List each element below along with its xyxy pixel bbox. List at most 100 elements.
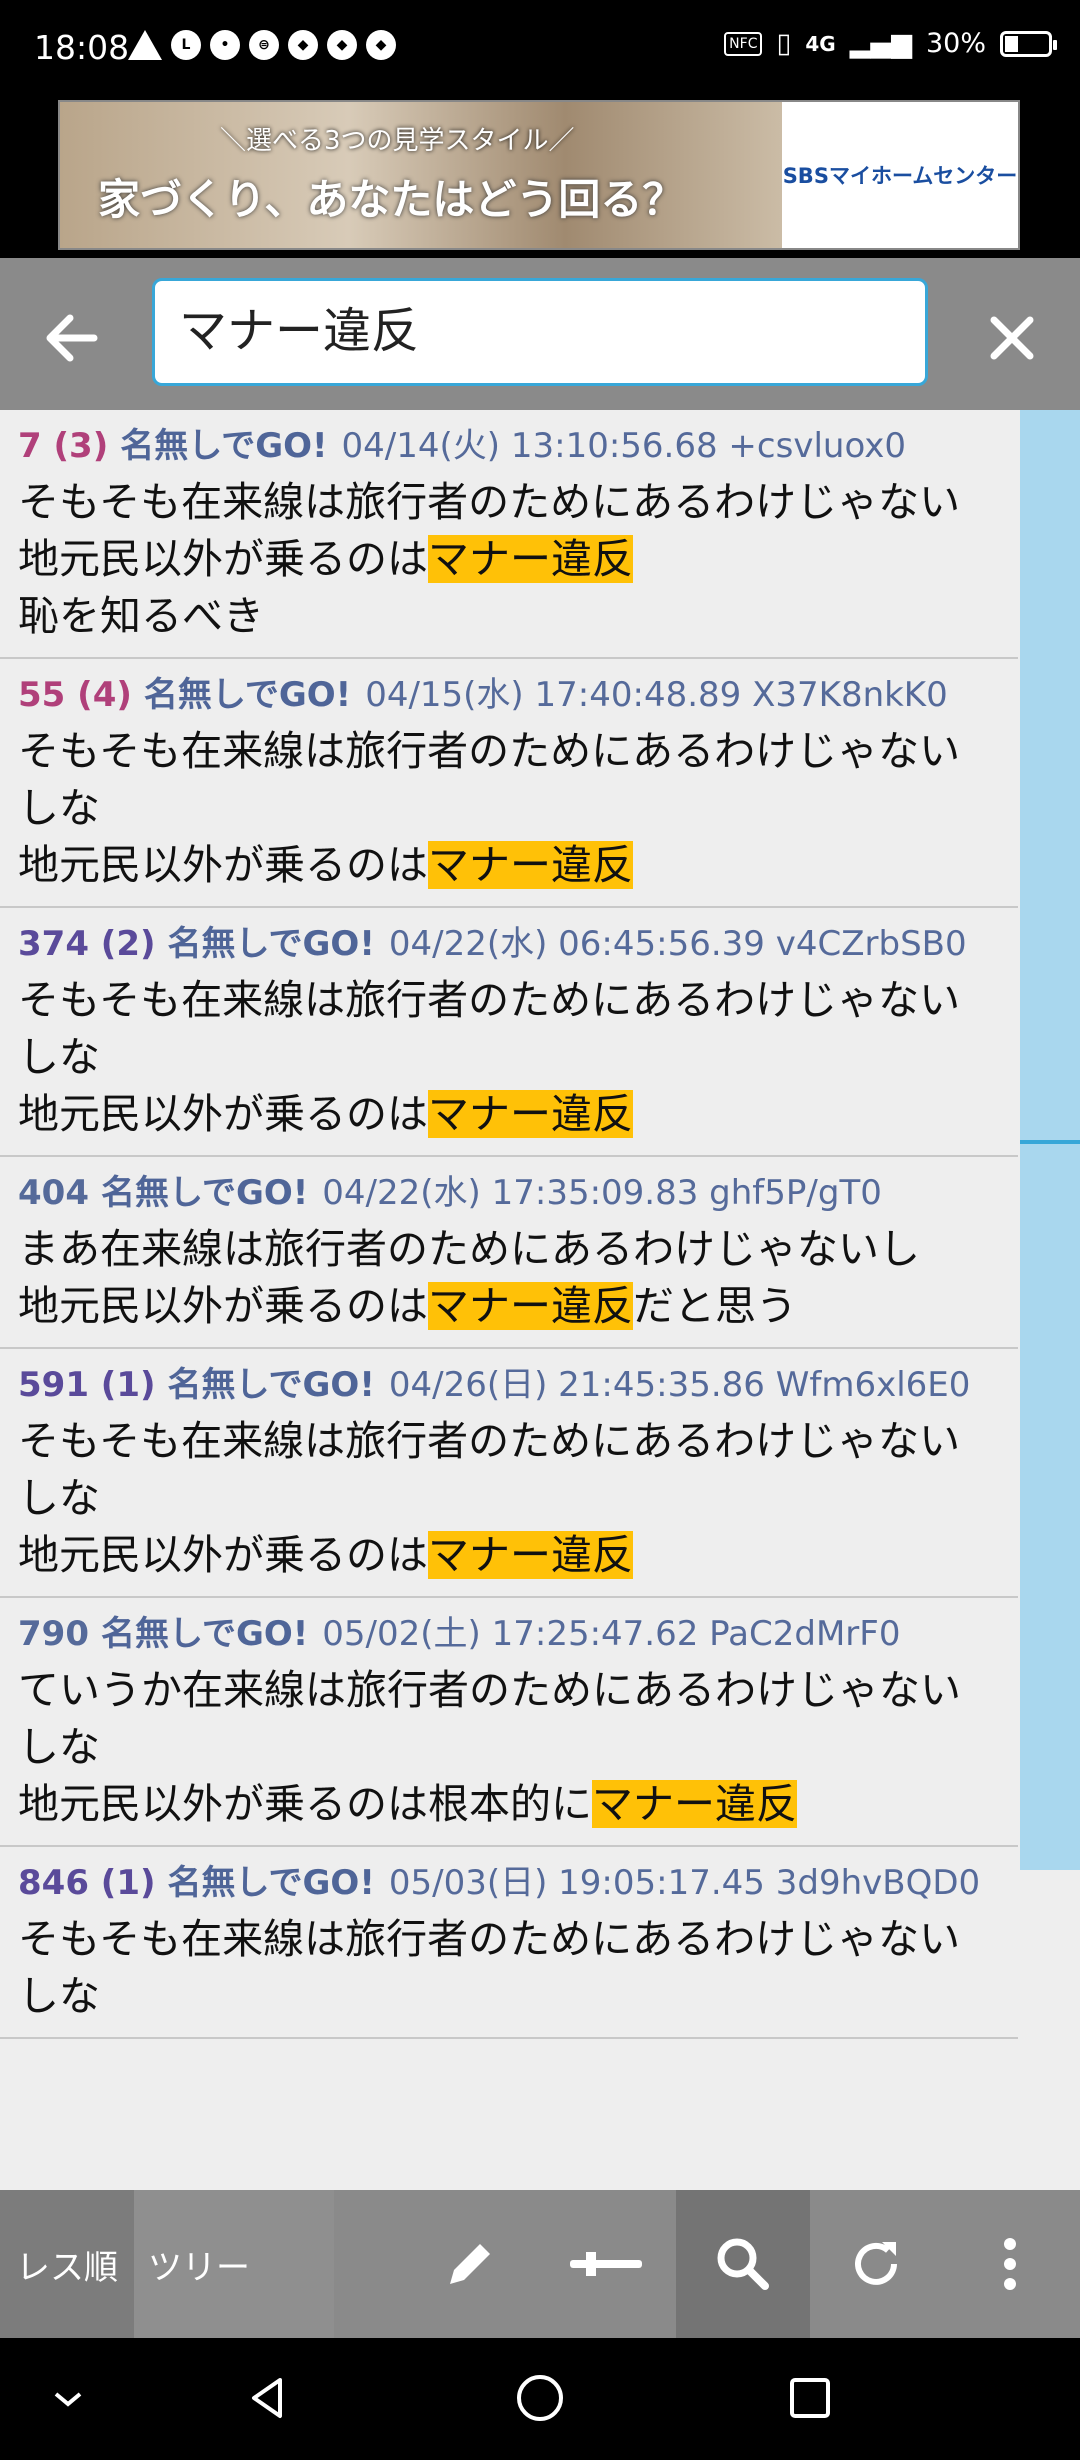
pencil-icon — [450, 2244, 490, 2284]
post-number[interactable]: 591 (1) — [18, 1365, 156, 1405]
post-body: まあ在来線は旅行者のためにあるわけじゃないし 地元民以外が乗るのはマナー違反だと思… — [18, 1221, 1000, 1335]
ad-image: ＼選べる3つの見学スタイル／ 家づくり、あなたはどう回る？ — [60, 102, 782, 248]
post-header: 404 名無しでGO! 04/22(水) 17:35:09.83 ghf5P/gT0 — [18, 1171, 1000, 1215]
status-bar: 18:08 L • ⊜ ◆ ◆ ◆ NFC ▯ 4G ▂▄▆ 30% — [0, 0, 1080, 98]
post-text: 地元民以外が乗るのは — [18, 1282, 428, 1330]
post-number[interactable]: 55 (4) — [18, 675, 132, 715]
post-author: 名無しでGO! — [167, 1863, 375, 1903]
app-icon: ◆ — [327, 30, 357, 60]
post-line: そもそも在来線は旅行者のためにあるわけじゃないしな — [18, 972, 1000, 1086]
post-author: 名無しでGO! — [100, 1614, 309, 1654]
post-date-id: 04/14(火) 13:10:56.68 +csvluox0 — [341, 426, 906, 466]
post-text: ていうか在来線は旅行者のためにあるわけじゃないしな — [18, 1666, 961, 1771]
post-number[interactable]: 790 — [18, 1614, 89, 1654]
back-button[interactable] — [30, 296, 114, 380]
search-button[interactable] — [676, 2190, 810, 2338]
search-highlight: マナー違反 — [428, 535, 633, 583]
post-body: そもそも在来線は旅行者のためにあるわけじゃない地元民以外が乗るのはマナー違反 恥を… — [18, 474, 1000, 645]
post-text: そもそも在来線は旅行者のためにあるわけじゃない — [18, 478, 961, 526]
post-line: まあ在来線は旅行者のためにあるわけじゃないし — [18, 1221, 1000, 1278]
post-line: 地元民以外が乗るのはマナー違反 — [18, 1086, 1000, 1143]
post-header: 7 (3) 名無しでGO! 04/14(火) 13:10:56.68 +csvluo… — [18, 424, 1000, 468]
post-header: 55 (4) 名無しでGO! 04/15(水) 17:40:48.89 X37K8n… — [18, 673, 1000, 717]
post-number[interactable]: 846 (1) — [18, 1863, 156, 1903]
post-text: まあ在来線は旅行者のためにあるわけじゃないし — [18, 1225, 920, 1273]
nav-home-button[interactable] — [510, 2368, 570, 2428]
post-item[interactable]: 846 (1) 名無しでGO! 05/03(日) 19:05:17.45 3d9hv… — [0, 1847, 1018, 2039]
search-result-list[interactable]: 7 (3) 名無しでGO! 04/14(火) 13:10:56.68 +csvluo… — [0, 410, 1018, 2190]
clear-search-button[interactable] — [970, 296, 1054, 380]
ad-line1: ＼選べる3つの見学スタイル／ — [220, 126, 575, 156]
network-label: 4G — [805, 31, 836, 56]
scrollbar[interactable] — [1018, 410, 1080, 2190]
tab-res-order[interactable]: レス順 — [0, 2190, 134, 2338]
ad-brand-logo: SBSマイホームセンター — [782, 102, 1018, 248]
nav-back-button[interactable] — [240, 2368, 300, 2428]
tab-tree[interactable]: ツリー — [134, 2190, 334, 2338]
post-body: ていうか在来線は旅行者のためにあるわけじゃないしな 地元民以外が乗るのは根本的にマ… — [18, 1662, 1000, 1833]
post-line: 地元民以外が乗るのはマナー違反 — [18, 1527, 1000, 1584]
post-author: 名無しでGO! — [143, 675, 352, 715]
more-button[interactable] — [960, 2190, 1060, 2338]
refresh-button[interactable] — [826, 2190, 926, 2338]
post-line: そもそも在来線は旅行者のためにあるわけじゃないしな — [18, 1911, 1000, 2025]
post-item[interactable]: 404 名無しでGO! 04/22(水) 17:35:09.83 ghf5P/gT0… — [0, 1157, 1018, 1349]
post-header: 790 名無しでGO! 05/02(土) 17:25:47.62 PaC2dMrF0 — [18, 1612, 1000, 1656]
battery-percent: 30% — [925, 28, 986, 59]
post-text: 地元民以外が乗るのは — [18, 1090, 428, 1138]
post-author: 名無しでGO! — [120, 426, 328, 466]
search-highlight: マナー違反 — [428, 1531, 633, 1579]
post-line: 恥を知るべき — [18, 588, 1000, 645]
slider-icon — [570, 2252, 642, 2276]
post-author: 名無しでGO! — [167, 1365, 375, 1405]
post-text: そもそも在来線は旅行者のためにあるわけじゃないしな — [18, 1915, 961, 2020]
post-line: そもそも在来線は旅行者のためにあるわけじゃないしな — [18, 1413, 1000, 1527]
search-icon — [717, 2238, 769, 2290]
nav-recents-button[interactable] — [780, 2368, 840, 2428]
post-text: そもそも在来線は旅行者のためにあるわけじゃないしな — [18, 976, 961, 1081]
post-number[interactable]: 7 (3) — [18, 426, 108, 466]
post-number[interactable]: 374 (2) — [18, 924, 156, 964]
post-text: 地元民以外が乗るのは — [18, 1531, 428, 1579]
search-highlight: マナー違反 — [428, 1090, 633, 1138]
slider-button[interactable] — [556, 2190, 656, 2338]
bottom-toolbar: レス順 ツリー — [0, 2190, 1080, 2338]
search-highlight: マナー違反 — [428, 841, 633, 889]
post-item[interactable]: 374 (2) 名無しでGO! 04/22(水) 06:45:56.39 v4CZr… — [0, 908, 1018, 1157]
more-vert-icon — [1004, 2238, 1016, 2290]
post-line: そもそも在来線は旅行者のためにあるわけじゃない — [18, 474, 1000, 531]
post-line: 地元民以外が乗るのはマナー違反 — [18, 531, 1000, 588]
search-input[interactable]: マナー違反 — [152, 278, 928, 386]
post-body: そもそも在来線は旅行者のためにあるわけじゃないしな 地元民以外が乗るのはマナー違反 — [18, 1413, 1000, 1584]
square-recents-icon — [790, 2378, 830, 2418]
warning-icon — [128, 30, 162, 60]
write-button[interactable] — [420, 2190, 520, 2338]
post-header: 374 (2) 名無しでGO! 04/22(水) 06:45:56.39 v4CZr… — [18, 922, 1000, 966]
scroll-marker — [1020, 1140, 1080, 1144]
post-date-id: 04/15(水) 17:40:48.89 X37K8nkK0 — [365, 675, 948, 715]
ad-banner[interactable]: ＼選べる3つの見学スタイル／ 家づくり、あなたはどう回る？ SBSマイホームセン… — [58, 100, 1020, 250]
battery-icon — [1000, 30, 1057, 57]
post-header: 846 (1) 名無しでGO! 05/03(日) 19:05:17.45 3d9hv… — [18, 1861, 1000, 1905]
post-text: だと思う — [633, 1282, 797, 1330]
post-line: 地元民以外が乗るのはマナー違反だと思う — [18, 1278, 1000, 1335]
post-body: そもそも在来線は旅行者のためにあるわけじゃないしな — [18, 1911, 1000, 2025]
circle-home-icon — [517, 2375, 563, 2421]
post-item[interactable]: 55 (4) 名無しでGO! 04/15(水) 17:40:48.89 X37K8n… — [0, 659, 1018, 908]
post-text: 地元民以外が乗るのは — [18, 841, 428, 889]
post-number[interactable]: 404 — [18, 1173, 89, 1213]
post-item[interactable]: 7 (3) 名無しでGO! 04/14(火) 13:10:56.68 +csvluo… — [0, 410, 1018, 659]
post-item[interactable]: 591 (1) 名無しでGO! 04/26(日) 21:45:35.86 Wfm6x… — [0, 1349, 1018, 1598]
post-date-id: 05/03(日) 19:05:17.45 3d9hvBQD0 — [388, 1863, 981, 1903]
post-author: 名無しでGO! — [167, 924, 375, 964]
post-item[interactable]: 790 名無しでGO! 05/02(土) 17:25:47.62 PaC2dMrF0… — [0, 1598, 1018, 1847]
post-text: そもそも在来線は旅行者のためにあるわけじゃないしな — [18, 727, 961, 832]
nav-down-button[interactable] — [38, 2368, 98, 2428]
line-icon: L — [171, 30, 201, 60]
post-date-id: 05/02(土) 17:25:47.62 PaC2dMrF0 — [322, 1614, 901, 1654]
notification-icons: L • ⊜ ◆ ◆ ◆ — [128, 30, 396, 60]
triangle-back-icon — [252, 2378, 282, 2418]
refresh-icon — [855, 2242, 897, 2285]
search-highlight: マナー違反 — [428, 1282, 633, 1330]
post-text: そもそも在来線は旅行者のためにあるわけじゃないしな — [18, 1417, 961, 1522]
